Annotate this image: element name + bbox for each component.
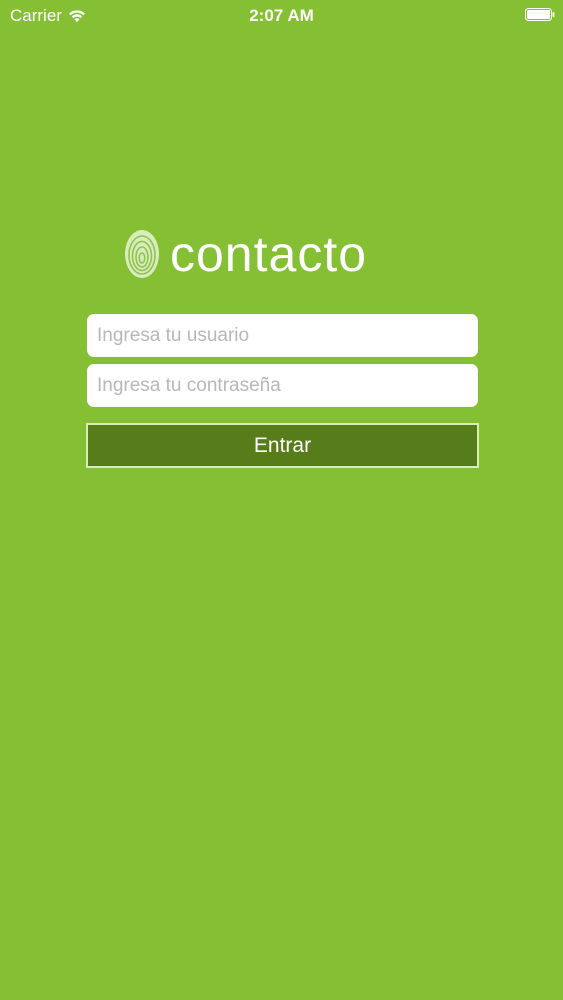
- logo-text: contacto: [170, 226, 368, 282]
- login-button[interactable]: Entrar: [86, 423, 479, 468]
- fingerprint-icon: [125, 230, 159, 278]
- password-input[interactable]: [87, 364, 478, 407]
- username-input[interactable]: [87, 314, 478, 357]
- status-bar: Carrier 2:07 AM: [0, 0, 563, 32]
- app-logo: contacto: [122, 224, 452, 284]
- status-time: 2:07 AM: [249, 6, 314, 25]
- battery-icon: [525, 8, 555, 21]
